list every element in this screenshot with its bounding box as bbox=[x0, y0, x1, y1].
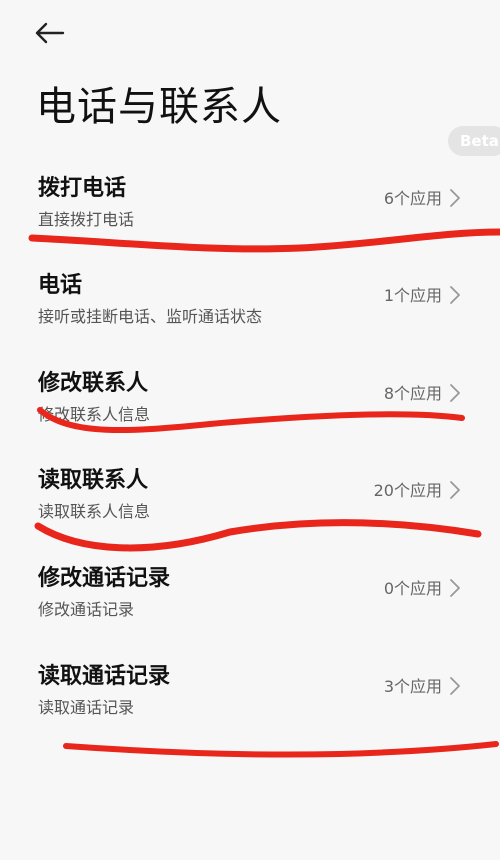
item-description: 修改通话记录 bbox=[38, 600, 135, 619]
item-title: 修改通话记录 bbox=[38, 566, 171, 591]
item-description: 读取通话记录 bbox=[38, 698, 135, 717]
item-app-count: 6个应用 bbox=[383, 189, 442, 208]
chevron-right-icon bbox=[450, 481, 460, 499]
back-button[interactable] bbox=[34, 18, 66, 48]
item-title: 电话 bbox=[38, 273, 83, 298]
chevron-right-icon bbox=[450, 677, 460, 695]
permission-item-phone[interactable]: 电话 接听或挂断电话、监听通话状态 1个应用 bbox=[0, 257, 500, 339]
annotation-stroke bbox=[63, 741, 499, 758]
item-app-count: 8个应用 bbox=[383, 384, 442, 403]
item-title: 拨打电话 bbox=[38, 176, 127, 201]
permission-item-dial[interactable]: 拨打电话 直接拨打电话 6个应用 bbox=[0, 160, 500, 242]
item-title: 读取通话记录 bbox=[38, 664, 171, 689]
back-arrow-icon bbox=[35, 22, 65, 44]
item-description: 读取联系人信息 bbox=[38, 502, 151, 521]
chevron-right-icon bbox=[450, 286, 460, 304]
chevron-right-icon bbox=[450, 384, 460, 402]
beta-badge: Beta bbox=[448, 126, 500, 156]
chevron-right-icon bbox=[450, 579, 460, 597]
item-app-count: 0个应用 bbox=[383, 579, 442, 598]
item-description: 直接拨打电话 bbox=[38, 210, 135, 229]
item-description: 修改联系人信息 bbox=[38, 405, 151, 424]
permission-item-modify-call-log[interactable]: 修改通话记录 修改通话记录 0个应用 bbox=[0, 550, 500, 632]
item-app-count: 3个应用 bbox=[383, 677, 442, 696]
item-description: 接听或挂断电话、监听通话状态 bbox=[38, 307, 263, 326]
item-title: 读取联系人 bbox=[38, 468, 149, 493]
item-title: 修改联系人 bbox=[38, 371, 149, 396]
chevron-right-icon bbox=[450, 189, 460, 207]
permission-item-read-call-log[interactable]: 读取通话记录 读取通话记录 3个应用 bbox=[0, 648, 500, 730]
permission-item-modify-contacts[interactable]: 修改联系人 修改联系人信息 8个应用 bbox=[0, 355, 500, 437]
item-app-count: 20个应用 bbox=[373, 481, 442, 500]
item-app-count: 1个应用 bbox=[383, 286, 442, 305]
page-title: 电话与联系人 bbox=[36, 84, 282, 130]
permission-item-read-contacts[interactable]: 读取联系人 读取联系人信息 20个应用 bbox=[0, 452, 500, 534]
